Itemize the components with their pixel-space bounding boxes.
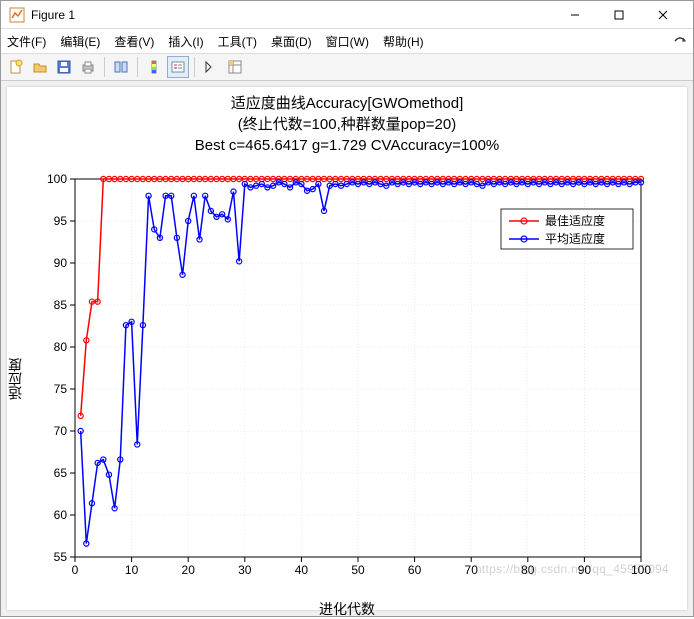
link-axes-icon[interactable] bbox=[110, 56, 132, 78]
svg-text:50: 50 bbox=[351, 563, 365, 577]
open-property-inspector-icon[interactable] bbox=[224, 56, 246, 78]
matlab-figure-icon bbox=[9, 7, 25, 23]
svg-text:100: 100 bbox=[47, 173, 67, 186]
svg-text:75: 75 bbox=[54, 382, 68, 396]
chart[interactable]: 0102030405060708090100556065707580859095… bbox=[29, 173, 651, 585]
toolbar-separator bbox=[137, 57, 138, 77]
plot-wrapper: 适应度曲线Accuracy[GWOmethod] (终止代数=100,种群数量p… bbox=[7, 87, 687, 610]
chart-title-block: 适应度曲线Accuracy[GWOmethod] (终止代数=100,种群数量p… bbox=[7, 87, 687, 156]
menu-tools[interactable]: 工具(T) bbox=[218, 33, 257, 50]
menu-help[interactable]: 帮助(H) bbox=[383, 33, 424, 50]
open-icon[interactable] bbox=[29, 56, 51, 78]
chart-title-line3: Best c=465.6417 g=1.729 CVAccuracy=100% bbox=[7, 135, 687, 156]
toolbar-separator bbox=[104, 57, 105, 77]
svg-text:最佳适应度: 最佳适应度 bbox=[545, 213, 605, 228]
titlebar: Figure 1 bbox=[1, 1, 693, 29]
svg-text:85: 85 bbox=[54, 298, 68, 312]
svg-text:10: 10 bbox=[125, 563, 139, 577]
menu-insert[interactable]: 插入(I) bbox=[168, 33, 203, 50]
toolbar bbox=[1, 53, 693, 81]
svg-text:0: 0 bbox=[72, 563, 79, 577]
menu-file[interactable]: 文件(F) bbox=[7, 33, 46, 50]
close-button[interactable] bbox=[641, 1, 685, 29]
insert-colorbar-icon[interactable] bbox=[143, 56, 165, 78]
figure-window: Figure 1 文件(F) 编辑(E) 查看(V) 插入(I) 工具(T) 桌… bbox=[0, 0, 694, 617]
svg-text:60: 60 bbox=[408, 563, 422, 577]
svg-text:30: 30 bbox=[238, 563, 252, 577]
svg-text:95: 95 bbox=[54, 214, 68, 228]
toolbar-separator bbox=[194, 57, 195, 77]
chart-title-line2: (终止代数=100,种群数量pop=20) bbox=[7, 114, 687, 135]
insert-legend-icon[interactable] bbox=[167, 56, 189, 78]
chart-title-line1: 适应度曲线Accuracy[GWOmethod] bbox=[7, 93, 687, 114]
svg-text:20: 20 bbox=[182, 563, 196, 577]
menubar: 文件(F) 编辑(E) 查看(V) 插入(I) 工具(T) 桌面(D) 窗口(W… bbox=[1, 29, 693, 53]
svg-text:60: 60 bbox=[54, 508, 68, 522]
new-figure-icon[interactable] bbox=[5, 56, 27, 78]
save-icon[interactable] bbox=[53, 56, 75, 78]
svg-text:40: 40 bbox=[295, 563, 309, 577]
svg-text:平均适应度: 平均适应度 bbox=[545, 231, 605, 246]
menu-edit[interactable]: 编辑(E) bbox=[60, 33, 100, 50]
svg-text:90: 90 bbox=[54, 256, 68, 270]
svg-text:55: 55 bbox=[54, 550, 68, 564]
figure-area: 适应度曲线Accuracy[GWOmethod] (终止代数=100,种群数量p… bbox=[1, 81, 693, 616]
window-title: Figure 1 bbox=[31, 8, 553, 22]
print-icon[interactable] bbox=[77, 56, 99, 78]
svg-text:70: 70 bbox=[54, 424, 68, 438]
edit-plot-icon[interactable] bbox=[200, 56, 222, 78]
toolbar-restore-icon[interactable] bbox=[673, 33, 687, 50]
x-axis-label: 进化代数 bbox=[7, 599, 687, 619]
svg-text:65: 65 bbox=[54, 466, 68, 480]
svg-text:80: 80 bbox=[54, 340, 68, 354]
minimize-button[interactable] bbox=[553, 1, 597, 29]
menu-window[interactable]: 窗口(W) bbox=[326, 33, 369, 50]
menu-view[interactable]: 查看(V) bbox=[114, 33, 154, 50]
y-axis-label: 适应度 bbox=[7, 358, 29, 400]
window-buttons bbox=[553, 1, 685, 29]
maximize-button[interactable] bbox=[597, 1, 641, 29]
menu-desktop[interactable]: 桌面(D) bbox=[271, 33, 312, 50]
watermark: https://blog.csdn.net/qq_45955094 bbox=[475, 562, 669, 576]
